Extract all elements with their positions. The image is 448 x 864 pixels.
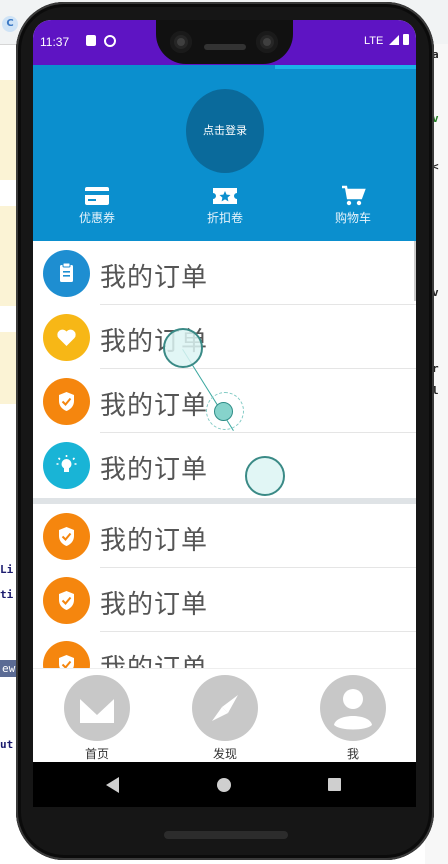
card-icon	[85, 187, 109, 205]
profile-header: 点击登录 优惠券 折扣卷 购物车	[33, 65, 416, 241]
editor-code-fragment: ut	[0, 738, 14, 751]
battery-icon	[403, 34, 409, 45]
cart-label: 购物车	[334, 211, 371, 225]
list-item[interactable]: 我的订单	[33, 241, 416, 305]
touch-midpoint-dot	[214, 402, 233, 421]
loading-indicator	[275, 65, 416, 69]
sync-icon	[104, 35, 116, 47]
compass-icon	[192, 675, 258, 741]
editor-code-fragment: ti	[0, 588, 14, 601]
list-item-label: 我的订单	[100, 526, 209, 556]
bottom-navigation: 首页 发现 我	[33, 668, 416, 762]
recents-icon[interactable]	[328, 778, 341, 791]
person-icon	[320, 675, 386, 741]
touch-start-marker	[163, 328, 203, 368]
back-icon[interactable]	[106, 777, 119, 793]
signal-icon	[389, 35, 399, 45]
status-time: 11:37	[40, 35, 70, 49]
editor-code-fragment: ew	[0, 660, 18, 677]
front-camera-icon	[170, 31, 192, 53]
menu-list: 我的订单 我的订单 我的订单 我的订单 我的订单 我的订单	[33, 241, 416, 668]
list-item-label: 我的订单	[100, 648, 208, 668]
list-item[interactable]: 我的订单	[33, 504, 416, 568]
heart-icon	[57, 329, 76, 346]
shield-check-icon	[59, 527, 74, 546]
status-bar: 11:37 LTE	[33, 20, 416, 65]
coupon-button[interactable]: 优惠券	[52, 185, 142, 226]
list-item[interactable]: 我的订单	[33, 433, 416, 497]
coupon-label: 优惠券	[78, 211, 115, 225]
list-item-icon-badge	[43, 442, 90, 489]
shield-check-icon	[59, 591, 74, 610]
editor-code-fragment: Li	[0, 563, 14, 576]
nav-discover[interactable]: 发现	[180, 675, 270, 762]
list-scrollbar[interactable]	[414, 241, 416, 301]
list-item-icon-badge	[43, 577, 90, 624]
list-item[interactable]: 我的订单	[33, 568, 416, 632]
list-item-label: 我的订单	[100, 590, 209, 620]
earpiece-speaker	[204, 44, 246, 50]
nav-home[interactable]: 首页	[52, 675, 142, 762]
camera-notch	[156, 20, 293, 64]
list-item[interactable]: 我的订单	[33, 305, 416, 369]
ticket-icon	[213, 188, 237, 204]
tab-favicon-icon: C	[2, 16, 18, 32]
shield-check-icon	[59, 655, 74, 668]
list-item-icon-badge	[43, 250, 90, 297]
bottom-speaker	[164, 831, 288, 839]
list-item[interactable]: 我的订单	[33, 632, 416, 668]
nav-home-label: 首页	[84, 747, 109, 761]
lightbulb-icon	[56, 455, 77, 472]
app-screen: 11:37 LTE 点击登录 优惠券 折扣卷 购物车 我的订单 我的订单 我的订…	[33, 20, 416, 762]
list-item-icon-badge	[43, 513, 90, 560]
shield-check-icon	[59, 392, 74, 411]
nav-discover-label: 发现	[212, 747, 237, 761]
list-item-label: 我的订单	[100, 391, 209, 421]
sd-card-icon	[86, 35, 96, 46]
nav-me-label: 我	[346, 747, 359, 761]
login-button[interactable]: 点击登录	[186, 89, 264, 173]
list-item-icon-badge	[43, 378, 90, 425]
list-item-icon-badge	[43, 314, 90, 361]
network-type: LTE	[364, 35, 384, 47]
cart-button[interactable]: 购物车	[308, 185, 398, 226]
discount-label: 折扣卷	[206, 211, 243, 225]
list-item-label: 我的订单	[100, 263, 209, 293]
cart-icon	[342, 185, 366, 206]
system-navigation-bar	[33, 762, 416, 807]
clipboard-icon	[60, 262, 73, 282]
discount-button[interactable]: 折扣卷	[180, 185, 270, 226]
list-item-icon-badge	[43, 641, 90, 668]
list-item-label: 我的订单	[100, 455, 209, 485]
home-icon[interactable]	[217, 778, 231, 792]
front-camera-icon	[256, 31, 278, 53]
touch-end-marker	[245, 456, 285, 496]
gmail-m-icon	[64, 675, 130, 741]
nav-me[interactable]: 我	[308, 675, 398, 762]
